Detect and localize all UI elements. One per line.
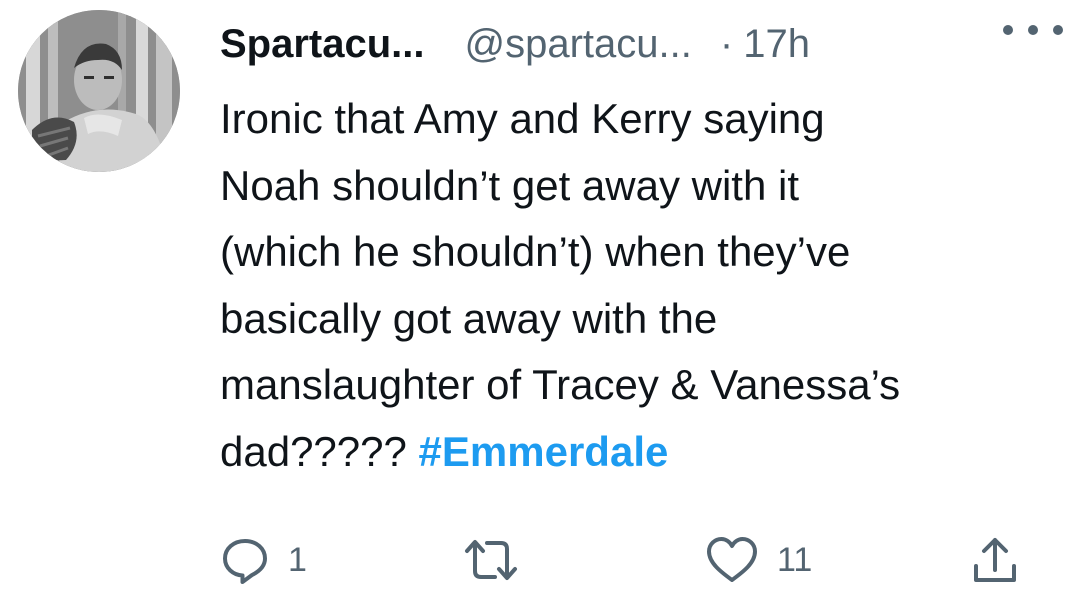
hashtag-link[interactable]: #Emmerdale (419, 428, 669, 475)
tweet-text-line: Noah shouldn’t get away with it (220, 161, 799, 209)
retweet-icon (465, 540, 517, 580)
tweet-card[interactable]: Spartacu... @spartacu... · 17h Ironic th… (0, 0, 1065, 600)
more-dot (1003, 25, 1013, 35)
timestamp[interactable]: 17h (743, 22, 810, 67)
reply-button[interactable]: 1 (220, 525, 307, 595)
avatar-photo (18, 10, 180, 172)
tweet-text-line: manslaughter of Tracey & Vanessa’s (220, 361, 901, 408)
reply-count: 1 (288, 540, 307, 579)
tweet-text-line: (which he shouldn’t) when they’ve (220, 228, 851, 275)
tweet-text: Ironic that Amy and Kerry saying Noah sh… (220, 86, 1050, 485)
user-handle[interactable]: @spartacu... (465, 22, 692, 67)
reply-icon (223, 539, 267, 584)
tweet-text-line: Ironic that Amy and Kerry saying (220, 95, 825, 142)
more-dot (1053, 25, 1063, 35)
tweet-text-last-line: dad????? #Emmerdale (220, 419, 1050, 486)
separator-dot: · (719, 21, 734, 66)
tweet-text-fragment: dad????? (220, 427, 419, 475)
display-name[interactable]: Spartacu... (220, 22, 425, 67)
like-count: 11 (777, 540, 813, 579)
like-button[interactable]: 11 (705, 525, 812, 595)
avatar[interactable] (18, 10, 180, 172)
retweet-button[interactable] (463, 525, 537, 595)
tweet-header: Spartacu... @spartacu... · 17h (220, 14, 1040, 74)
share-button[interactable] (970, 525, 1020, 595)
tweet-text-line: basically got away with the (220, 294, 718, 342)
action-bar: 1 11 (0, 525, 1065, 595)
share-icon (974, 538, 1016, 582)
heart-icon (707, 537, 757, 582)
more-dot (1028, 25, 1038, 35)
more-icon[interactable] (1003, 14, 1063, 46)
